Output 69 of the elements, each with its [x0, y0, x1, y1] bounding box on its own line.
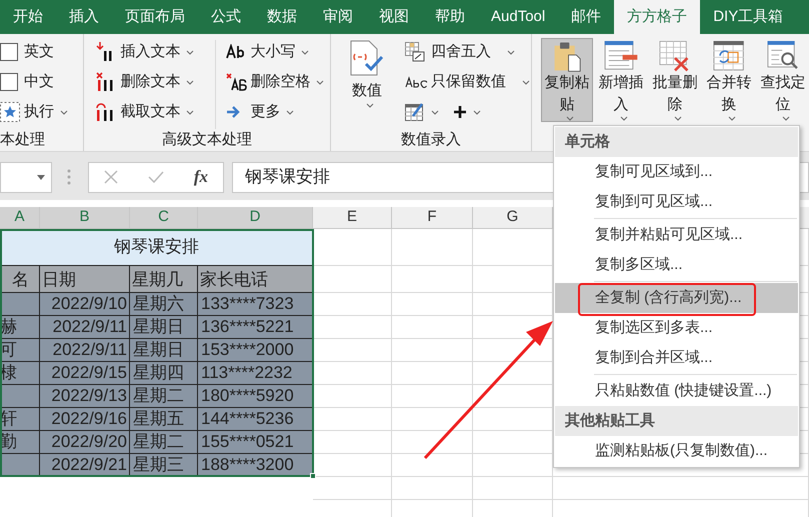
right-arrow-icon: [226, 105, 242, 119]
column-header[interactable]: E: [313, 207, 392, 228]
delete-space-icon: [226, 73, 248, 91]
table-cell: 2022/9/21: [40, 454, 130, 477]
number-check-icon: [350, 40, 384, 76]
dropdown-button[interactable]: [453, 105, 482, 119]
ribbon-large-button[interactable]: 合并转换: [703, 38, 755, 122]
group-label: 本处理: [0, 130, 45, 150]
ribbon-button[interactable]: 更多: [226, 100, 324, 124]
letter-case-icon: [226, 44, 246, 60]
menu-item[interactable]: 全复制 (含行高列宽)...: [555, 283, 798, 313]
ribbon-tab[interactable]: 页面布局: [112, 0, 198, 34]
column-header[interactable]: A: [0, 207, 40, 228]
menu-item[interactable]: 监测粘贴板(只复制数值)...: [555, 436, 798, 466]
menu-section-header: 单元格: [555, 127, 798, 157]
ribbon-tab[interactable]: 插入: [56, 0, 112, 34]
table-percent-icon: [405, 42, 426, 62]
ribbon-tab[interactable]: 视图: [366, 0, 422, 34]
checkbox[interactable]: [0, 43, 18, 61]
ribbon-tab[interactable]: 开始: [0, 0, 56, 34]
column-header[interactable]: F: [392, 207, 473, 228]
table-cell: 星期三: [130, 454, 198, 477]
checkbox[interactable]: [0, 73, 18, 91]
run-button[interactable]: 执行: [0, 100, 68, 124]
menu-item[interactable]: 复制并粘贴可见区域...: [555, 220, 798, 250]
menu-item[interactable]: 复制选区到多表...: [555, 313, 798, 343]
menu-section-header: 其他粘贴工具: [555, 406, 798, 436]
checkbox-label: 英文: [24, 42, 54, 62]
insert-text-icon: [96, 42, 114, 62]
column-header[interactable]: B: [40, 207, 130, 228]
abc-icon: [405, 76, 430, 88]
ribbon-tab[interactable]: 帮助: [422, 0, 478, 34]
ribbon-tab[interactable]: 方方格子: [614, 0, 700, 34]
drag-handle-icon: [67, 169, 71, 185]
menu-item[interactable]: 只粘贴数值 (快捷键设置...): [555, 376, 798, 406]
number-button[interactable]: 数值: [345, 40, 390, 128]
column-header[interactable]: C: [130, 207, 198, 228]
table-title-cell: 钢琴课安排: [0, 229, 313, 266]
ribbon-large-button[interactable]: 新增插入: [595, 38, 647, 122]
ribbon-button[interactable]: 大小写: [226, 40, 324, 64]
ribbon-tab[interactable]: 公式: [198, 0, 254, 34]
ribbon-tab[interactable]: DIY工具箱: [700, 0, 796, 34]
checkbox-label: 中文: [24, 72, 54, 92]
extract-text-icon: [96, 102, 114, 122]
column-header[interactable]: D: [198, 207, 313, 228]
fill-handle[interactable]: [310, 473, 316, 479]
dropdown-caret-icon: [37, 174, 45, 180]
check-icon[interactable]: [148, 171, 164, 183]
ribbon-button[interactable]: 插入文本: [96, 40, 214, 64]
ribbon-button[interactable]: 删除空格: [226, 70, 324, 94]
ribbon-button[interactable]: 只保留数值: [405, 70, 530, 94]
ribbon-tab[interactable]: 审阅: [310, 0, 366, 34]
group-label: 高级文本处理: [162, 130, 252, 150]
table-pen-icon: [405, 102, 426, 122]
ribbon-tab[interactable]: AudTool: [478, 0, 558, 34]
ribbon-tab[interactable]: 数据: [254, 0, 310, 34]
ribbon-tab[interactable]: 邮件: [558, 0, 614, 34]
plus-icon: [453, 105, 468, 119]
ribbon-button[interactable]: 截取文本: [96, 100, 214, 124]
delete-text-icon: [96, 72, 114, 92]
ribbon-button[interactable]: 删除文本: [96, 70, 214, 94]
insert-function-button[interactable]: fx: [194, 164, 208, 190]
ribbon-large-button[interactable]: 复制粘贴: [541, 38, 593, 122]
menu-item[interactable]: 复制多区域...: [555, 250, 798, 280]
menu-item[interactable]: 复制到合并区域...: [555, 343, 798, 373]
ribbon-button[interactable]: 四舍五入: [405, 40, 530, 64]
group-label: 数值录入: [401, 130, 462, 150]
ribbon-large-button[interactable]: 查找定位: [757, 38, 809, 122]
ribbon-large-button[interactable]: 批量删除: [649, 38, 701, 122]
